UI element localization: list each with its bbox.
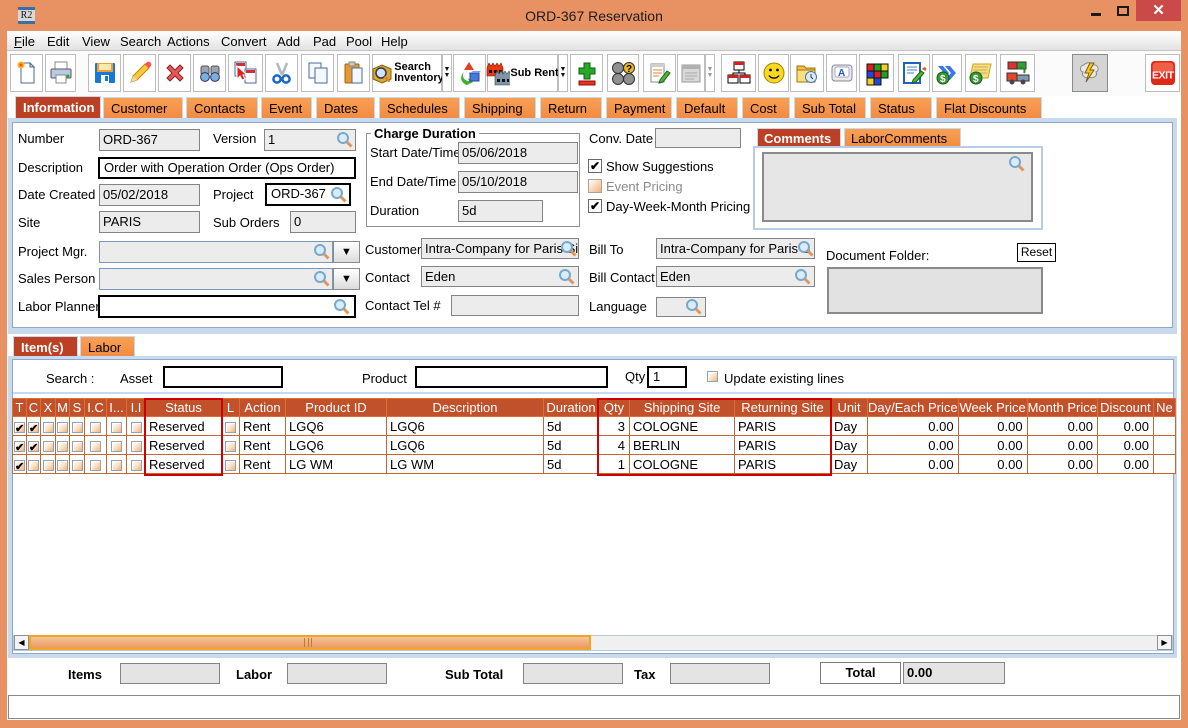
svg-text:$: $ (973, 74, 979, 85)
svg-text:?: ? (626, 64, 632, 75)
svg-text:$: $ (940, 74, 946, 85)
svg-text:EXIT: EXIT (1152, 70, 1175, 82)
svg-text:A: A (838, 68, 845, 79)
